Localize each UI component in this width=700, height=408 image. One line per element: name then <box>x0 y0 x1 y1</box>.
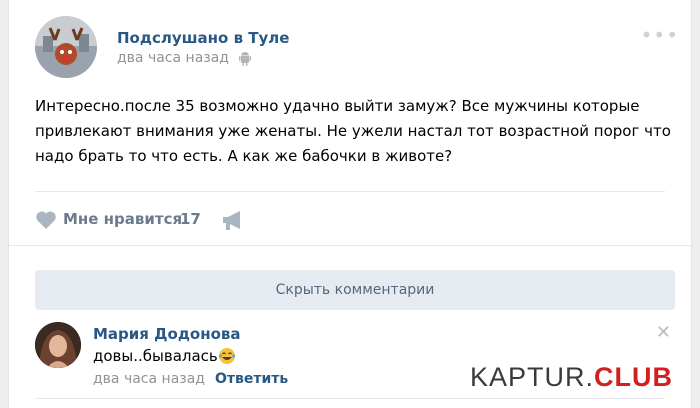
post-author[interactable]: Подслушано в Туле <box>117 29 289 47</box>
divider <box>35 191 665 192</box>
divider <box>35 398 665 399</box>
watermark-logo: KAPTUR.CLUB <box>470 362 688 396</box>
group-avatar[interactable] <box>35 16 97 78</box>
reply-button[interactable]: Ответить <box>215 371 288 387</box>
android-icon <box>239 52 251 66</box>
comment-body: довы..бывалась <box>93 347 218 365</box>
like-button-label[interactable]: Мне нравится <box>63 210 182 228</box>
hide-comments-button[interactable]: Скрыть комментарии <box>35 270 675 310</box>
more-options-icon[interactable]: ••• <box>641 25 679 45</box>
post-time[interactable]: два часа назад <box>117 50 229 66</box>
close-icon[interactable]: ✕ <box>656 322 671 343</box>
heart-icon[interactable] <box>35 210 57 230</box>
comment-text: довы..бывалась <box>93 347 236 365</box>
watermark-text-accent: CLUB <box>594 362 674 392</box>
post-text: Интересно.после 35 возможно удачно выйти… <box>35 97 671 165</box>
laughing-tears-icon <box>218 348 235 364</box>
commenter-avatar[interactable] <box>35 322 81 368</box>
like-count[interactable]: 17 <box>180 210 201 228</box>
watermark-text: KAPTUR. <box>470 362 595 392</box>
divider <box>9 245 691 246</box>
comment-author[interactable]: Мария Додонова <box>93 325 241 343</box>
comment-time[interactable]: два часа назад <box>93 371 205 387</box>
share-megaphone-icon[interactable] <box>221 209 245 231</box>
post-card: Подслушано в Туле два часа назад ••• Инт… <box>8 0 692 408</box>
